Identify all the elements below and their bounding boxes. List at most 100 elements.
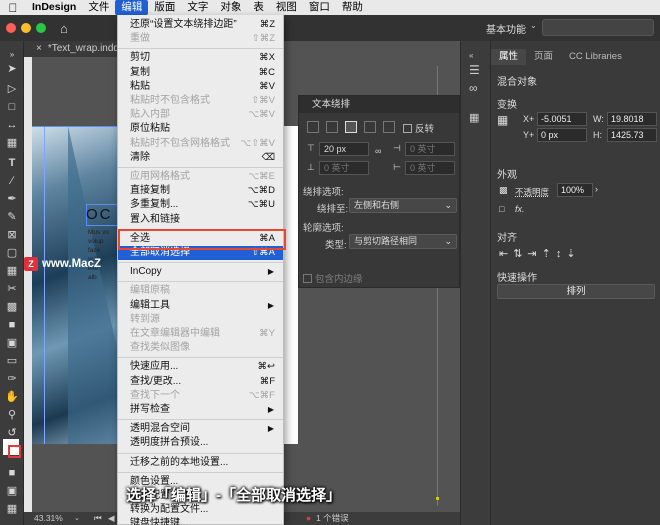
gradient-feather-tool-icon[interactable]: ▣ — [3, 335, 21, 351]
zoom-window-button[interactable] — [36, 23, 46, 33]
properties-panel-icon[interactable]: ▦ — [469, 111, 479, 124]
menu-indesign[interactable]: InDesign — [26, 0, 82, 15]
home-icon[interactable]: ⌂ — [60, 21, 68, 36]
gap-tool-icon[interactable]: ↔ — [3, 117, 21, 133]
effects-button[interactable]: fx. — [515, 204, 525, 214]
links-icon[interactable]: ∞ — [469, 81, 478, 95]
rectangle-tool-icon[interactable]: ▢ — [3, 245, 21, 261]
menu-help[interactable]: 帮助 — [336, 0, 369, 15]
opacity-input[interactable]: 100% — [557, 183, 593, 197]
edit-menu-item[interactable]: 剪切 ⌘X — [118, 51, 283, 65]
minimize-window-button[interactable] — [21, 23, 31, 33]
page-tool-icon[interactable]: □ — [3, 99, 21, 115]
layers-icon[interactable]: ☰ — [469, 63, 480, 77]
pen-tool-icon[interactable]: ✒ — [3, 191, 21, 207]
stroke-swatch[interactable] — [8, 445, 21, 458]
edit-menu-item[interactable]: 复制 ⌘C — [118, 66, 283, 80]
type-tool-icon[interactable]: T — [3, 155, 21, 171]
no-wrap-icon[interactable] — [307, 121, 319, 133]
edit-menu-item[interactable]: 拼写检查 ▶ — [118, 403, 283, 417]
tab-cc-libraries[interactable]: CC Libraries — [561, 49, 630, 65]
y-input[interactable]: 0 px — [537, 128, 587, 142]
edit-menu-item[interactable]: 迁移之前的本地设置... — [118, 456, 283, 470]
workspace-switcher[interactable]: 基本功能 — [486, 21, 526, 36]
apple-icon[interactable]:  — [0, 1, 26, 15]
contour-type-select[interactable]: 与剪切路径相同 ⌄ — [349, 234, 457, 249]
note-tool-icon[interactable]: ▭ — [3, 353, 21, 369]
checkbox-box[interactable] — [303, 274, 312, 283]
close-window-button[interactable] — [6, 23, 16, 33]
wrap-bounding-box-icon[interactable] — [326, 121, 338, 133]
rectangle-frame-tool-icon[interactable]: ⊠ — [3, 227, 21, 243]
first-page-icon[interactable]: ⏮ — [94, 512, 102, 525]
close-icon[interactable]: × — [36, 43, 42, 54]
edit-menu-item[interactable]: 直接复制 ⌥⌘D — [118, 184, 283, 198]
align-buttons[interactable]: ⇤⇅⇥⇡↕⇣ — [499, 247, 581, 260]
opacity-label: 不透明度 — [515, 187, 550, 197]
edit-menu-item[interactable]: 还原“设置文本绕排边距” ⌘Z — [118, 18, 283, 32]
hand-tool-icon[interactable]: ✋ — [3, 389, 21, 405]
menu-view[interactable]: 视图 — [270, 0, 303, 15]
link-icon[interactable]: ∞ — [375, 146, 381, 156]
x-input[interactable]: -5.0051 — [537, 112, 587, 126]
edit-menu-item[interactable]: 编辑工具 ▶ — [118, 299, 283, 313]
previous-page-icon[interactable]: ◀ — [108, 512, 115, 525]
formatting-affects-container-icon[interactable]: ■ — [3, 465, 21, 481]
include-inside-edges-checkbox[interactable]: 包含内边缘 — [303, 271, 363, 285]
left-offset-input[interactable]: 0 英寸 — [405, 142, 455, 156]
menu-file[interactable]: 文件 — [82, 0, 115, 15]
pencil-tool-icon[interactable]: ✎ — [3, 209, 21, 225]
free-transform-tool-icon[interactable]: ▩ — [3, 299, 21, 315]
line-tool-icon[interactable]: ∕ — [3, 173, 21, 189]
reference-point-icon[interactable]: ▦ — [497, 113, 508, 127]
wrap-object-shape-icon[interactable] — [345, 121, 357, 133]
content-collector-icon[interactable]: ▦ — [3, 135, 21, 151]
view-mode-icon[interactable]: ▣ — [3, 483, 21, 499]
edit-menu-item[interactable]: 原位粘贴 — [118, 122, 283, 136]
search-input[interactable] — [542, 19, 654, 36]
edit-menu-item[interactable]: 键盘快捷键... — [118, 517, 283, 525]
direct-selection-tool-icon[interactable]: ▷ — [3, 81, 21, 97]
h-input[interactable]: 1425.73 — [607, 128, 657, 142]
edit-menu-item[interactable]: 透明度拼合预设... — [118, 436, 283, 450]
tab-pages[interactable]: 页面 — [526, 49, 561, 65]
scissors-tool-icon[interactable]: ✂ — [3, 281, 21, 297]
edit-menu-item[interactable]: 透明混合空间 ▶ — [118, 422, 283, 436]
edit-menu-item[interactable]: 粘贴 ⌘V — [118, 80, 283, 94]
screen-mode-icon[interactable]: ▦ — [3, 501, 21, 517]
edit-menu-item[interactable]: 置入和链接 — [118, 213, 283, 227]
edit-menu-item[interactable]: 多重复制... ⌥⌘U — [118, 198, 283, 212]
menu-window[interactable]: 窗口 — [303, 0, 336, 15]
menu-separator — [118, 281, 283, 283]
frame-handle[interactable] — [436, 497, 439, 500]
menu-edit[interactable]: 编辑 — [115, 0, 149, 15]
menu-type[interactable]: 文字 — [181, 0, 214, 15]
bottom-offset-input[interactable]: 0 英寸 — [319, 161, 369, 175]
invert-checkbox[interactable]: 反转 — [403, 121, 434, 135]
zoom-tool-icon[interactable]: ⚲ — [3, 407, 21, 423]
arrange-button[interactable]: 排列 — [497, 284, 655, 299]
w-input[interactable]: 19.8018 — [607, 112, 657, 126]
error-count[interactable]: 1 个错误 — [316, 512, 349, 525]
collapse-icon[interactable]: « — [469, 51, 473, 60]
tab-properties[interactable]: 属性 — [491, 49, 527, 65]
jump-next-column-icon[interactable] — [383, 121, 395, 133]
wrap-to-select[interactable]: 左侧和右侧 ⌄ — [349, 198, 457, 213]
menu-table[interactable]: 表 — [247, 0, 270, 15]
eyedropper-tool-icon[interactable]: ✑ — [3, 371, 21, 387]
top-offset-input[interactable]: 20 px — [319, 142, 369, 156]
edit-menu-item[interactable]: 清除 ⌫ — [118, 151, 283, 165]
table-tool-icon[interactable]: ▦ — [3, 263, 21, 279]
zoom-level[interactable]: 43.31% — [34, 512, 63, 525]
menu-layout[interactable]: 版面 — [148, 0, 181, 15]
edit-menu-item[interactable]: 快速应用... ⌘↩ — [118, 360, 283, 374]
edit-menu-item[interactable]: 查找/更改... ⌘F — [118, 375, 283, 389]
checkbox-box[interactable] — [403, 124, 412, 133]
selection-tool-icon[interactable]: ➤ — [3, 61, 21, 77]
right-offset-input[interactable]: 0 英寸 — [405, 161, 455, 175]
menu-object[interactable]: 对象 — [214, 0, 247, 15]
chevron-right-icon[interactable]: › — [595, 184, 598, 194]
jump-object-icon[interactable] — [364, 121, 376, 133]
edit-menu-item[interactable]: InCopy ▶ — [118, 265, 283, 279]
gradient-swatch-tool-icon[interactable]: ■ — [3, 317, 21, 333]
